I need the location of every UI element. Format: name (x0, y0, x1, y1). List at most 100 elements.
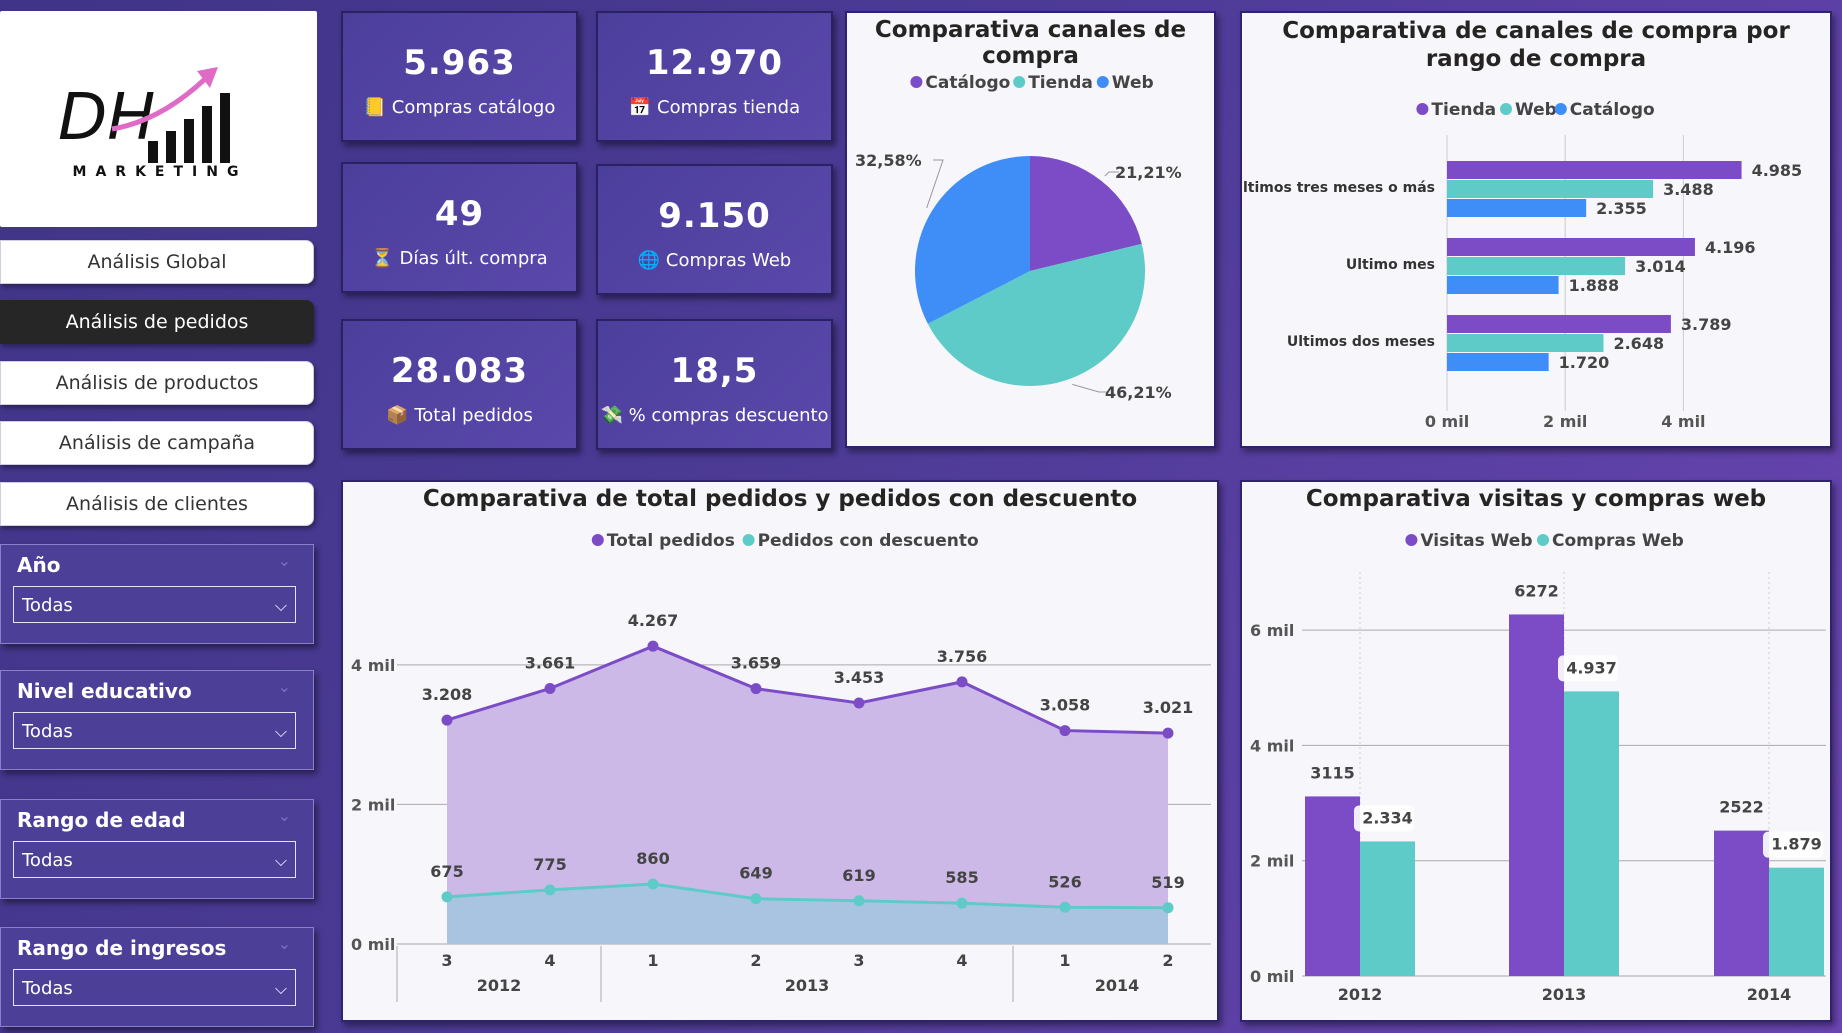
column-chart[interactable]: Visitas Web Compras Web 0 mil 2 mil 4 mil 6 m… (1242, 482, 1830, 1020)
data-label: 585 (945, 868, 978, 887)
hbar (1447, 238, 1695, 256)
pie-chart[interactable]: Catálogo Tienda Web 21,21% 46,21% 32,58% (847, 13, 1214, 446)
y-tick-label: 6 mil (1250, 621, 1294, 640)
data-label: 619 (842, 866, 875, 885)
x-quarter-label: 4 (956, 951, 967, 970)
legend-marker (1554, 103, 1567, 115)
pie-leader-line (1072, 383, 1109, 393)
logo-subtitle: MARKETING (73, 164, 248, 180)
legend-marker (1537, 534, 1549, 546)
kpi-compras-catalogo: 5.963 📒 Compras catálogo (341, 11, 578, 142)
kpi-total-pedidos: 28.083 📦 Total pedidos (341, 319, 578, 450)
kpi-label: 🌐 Compras Web (637, 250, 792, 271)
pie-chart-panel: Comparativa canales de compra Catálogo Ti… (845, 11, 1216, 448)
chevron-down-icon[interactable]: ⌄ (278, 551, 291, 570)
data-label: 3.058 (1040, 696, 1091, 715)
data-label: 3.021 (1143, 698, 1194, 717)
data-label: 3115 (1310, 763, 1355, 782)
logo-bar (148, 141, 158, 163)
y-tick-label: 2 mil (351, 795, 395, 814)
x-category-label: 2012 (1338, 985, 1383, 1004)
x-category-label: 2014 (1747, 985, 1792, 1004)
hourglass-icon: ⏳ (371, 248, 394, 269)
hbar (1447, 180, 1654, 198)
legend-marker (742, 534, 755, 546)
x-quarter-label: 3 (441, 951, 452, 970)
kpi-value: 28.083 (390, 351, 529, 391)
select-value: Todas (22, 595, 73, 616)
data-label: 1.720 (1559, 353, 1610, 372)
data-point (441, 714, 453, 726)
nav-analisis-productos[interactable]: Análisis de productos (0, 361, 314, 405)
legend-label: Web (1112, 73, 1154, 93)
nav-analisis-campana[interactable]: Análisis de campaña (0, 421, 314, 465)
chevron-down-icon[interactable]: ⌄ (278, 934, 291, 953)
data-label: 3.789 (1681, 315, 1732, 334)
column-bar (1714, 830, 1769, 976)
kpi-value: 12.970 (645, 43, 784, 83)
data-label: 2.334 (1362, 808, 1413, 827)
hbar (1447, 276, 1559, 294)
legend-marker (591, 534, 604, 546)
x-tick-label: 0 mil (1425, 412, 1469, 431)
data-label: 3.756 (937, 647, 988, 666)
money-icon: 💸 (600, 405, 623, 426)
legend-label: Catálogo (925, 73, 1010, 93)
pie-data-label: 46,21% (1105, 383, 1172, 402)
x-tick-label: 4 mil (1661, 412, 1705, 431)
data-label: 3.208 (422, 685, 473, 704)
area-chart-panel: Comparativa de total pedidos y pedidos c… (341, 480, 1219, 1022)
kpi-value: 18,5 (670, 351, 759, 391)
legend-label: Total pedidos (607, 531, 735, 551)
legend-label: Tienda (1431, 100, 1496, 120)
rango-ingresos-select[interactable]: Todas ⌵ (13, 969, 296, 1006)
column-chart-panel: Comparativa visitas y compras web Visita… (1240, 480, 1832, 1022)
globe-icon: 🌐 (637, 250, 661, 271)
chevron-down-icon: ⌵ (274, 722, 287, 741)
anio-select[interactable]: Todas ⌵ (13, 586, 296, 623)
data-label: 4.267 (628, 611, 679, 630)
column-bar (1509, 614, 1564, 976)
x-quarter-label: 2 (750, 951, 761, 970)
pie-data-label: 32,58% (855, 151, 922, 170)
kpi-compras-web: 9.150 🌐 Compras Web (596, 164, 833, 295)
column-bar (1360, 841, 1415, 976)
data-point (441, 891, 453, 903)
data-point (1059, 901, 1071, 913)
data-label: 3.659 (731, 654, 782, 673)
kpi-label: 📦 Total pedidos (386, 405, 533, 426)
data-point (544, 682, 556, 694)
data-label: 3.488 (1663, 180, 1714, 199)
kpi-label: 📒 Compras catálogo (363, 97, 556, 118)
hbar-chart[interactable]: Tienda Web Catálogo 0 mil 2 mil 4 mil Ultimos … (1242, 13, 1830, 446)
data-label: 775 (533, 855, 566, 874)
nav-analisis-pedidos[interactable]: Análisis de pedidos (0, 300, 314, 344)
calendar-icon: 📅 (628, 97, 652, 118)
column-bar (1305, 796, 1360, 976)
data-point (853, 895, 865, 907)
chevron-down-icon[interactable]: ⌄ (278, 677, 291, 696)
x-quarter-label: 2 (1162, 951, 1173, 970)
filter-title: Nivel educativo (17, 679, 192, 703)
nav-analisis-global[interactable]: Análisis Global (0, 240, 314, 284)
kpi-label: 📅 Compras tienda (628, 97, 801, 118)
package-icon: 📦 (386, 405, 409, 426)
data-point (956, 897, 968, 909)
y-tick-label: 4 mil (351, 656, 395, 675)
data-label: 2.648 (1613, 334, 1664, 353)
nivel-educativo-select[interactable]: Todas ⌵ (13, 712, 296, 749)
data-label: 1.879 (1771, 835, 1822, 854)
kpi-dias-ult-compra: 49 ⏳ Días últ. compra (341, 162, 578, 293)
filter-anio: Año ⌄ Todas ⌵ (0, 544, 314, 644)
x-year-label: 2012 (477, 976, 522, 995)
chevron-down-icon: ⌵ (274, 979, 287, 998)
data-point (1162, 902, 1174, 914)
chevron-down-icon[interactable]: ⌄ (278, 806, 291, 825)
area-chart[interactable]: Total pedidos Pedidos con descuento 0 mil 2… (343, 482, 1217, 1020)
data-point (1059, 725, 1071, 737)
nav-analisis-clientes[interactable]: Análisis de clientes (0, 482, 314, 526)
x-category-label: 2013 (1542, 985, 1587, 1004)
data-point (1162, 727, 1174, 739)
x-tick-label: 2 mil (1543, 412, 1587, 431)
rango-edad-select[interactable]: Todas ⌵ (13, 841, 296, 878)
